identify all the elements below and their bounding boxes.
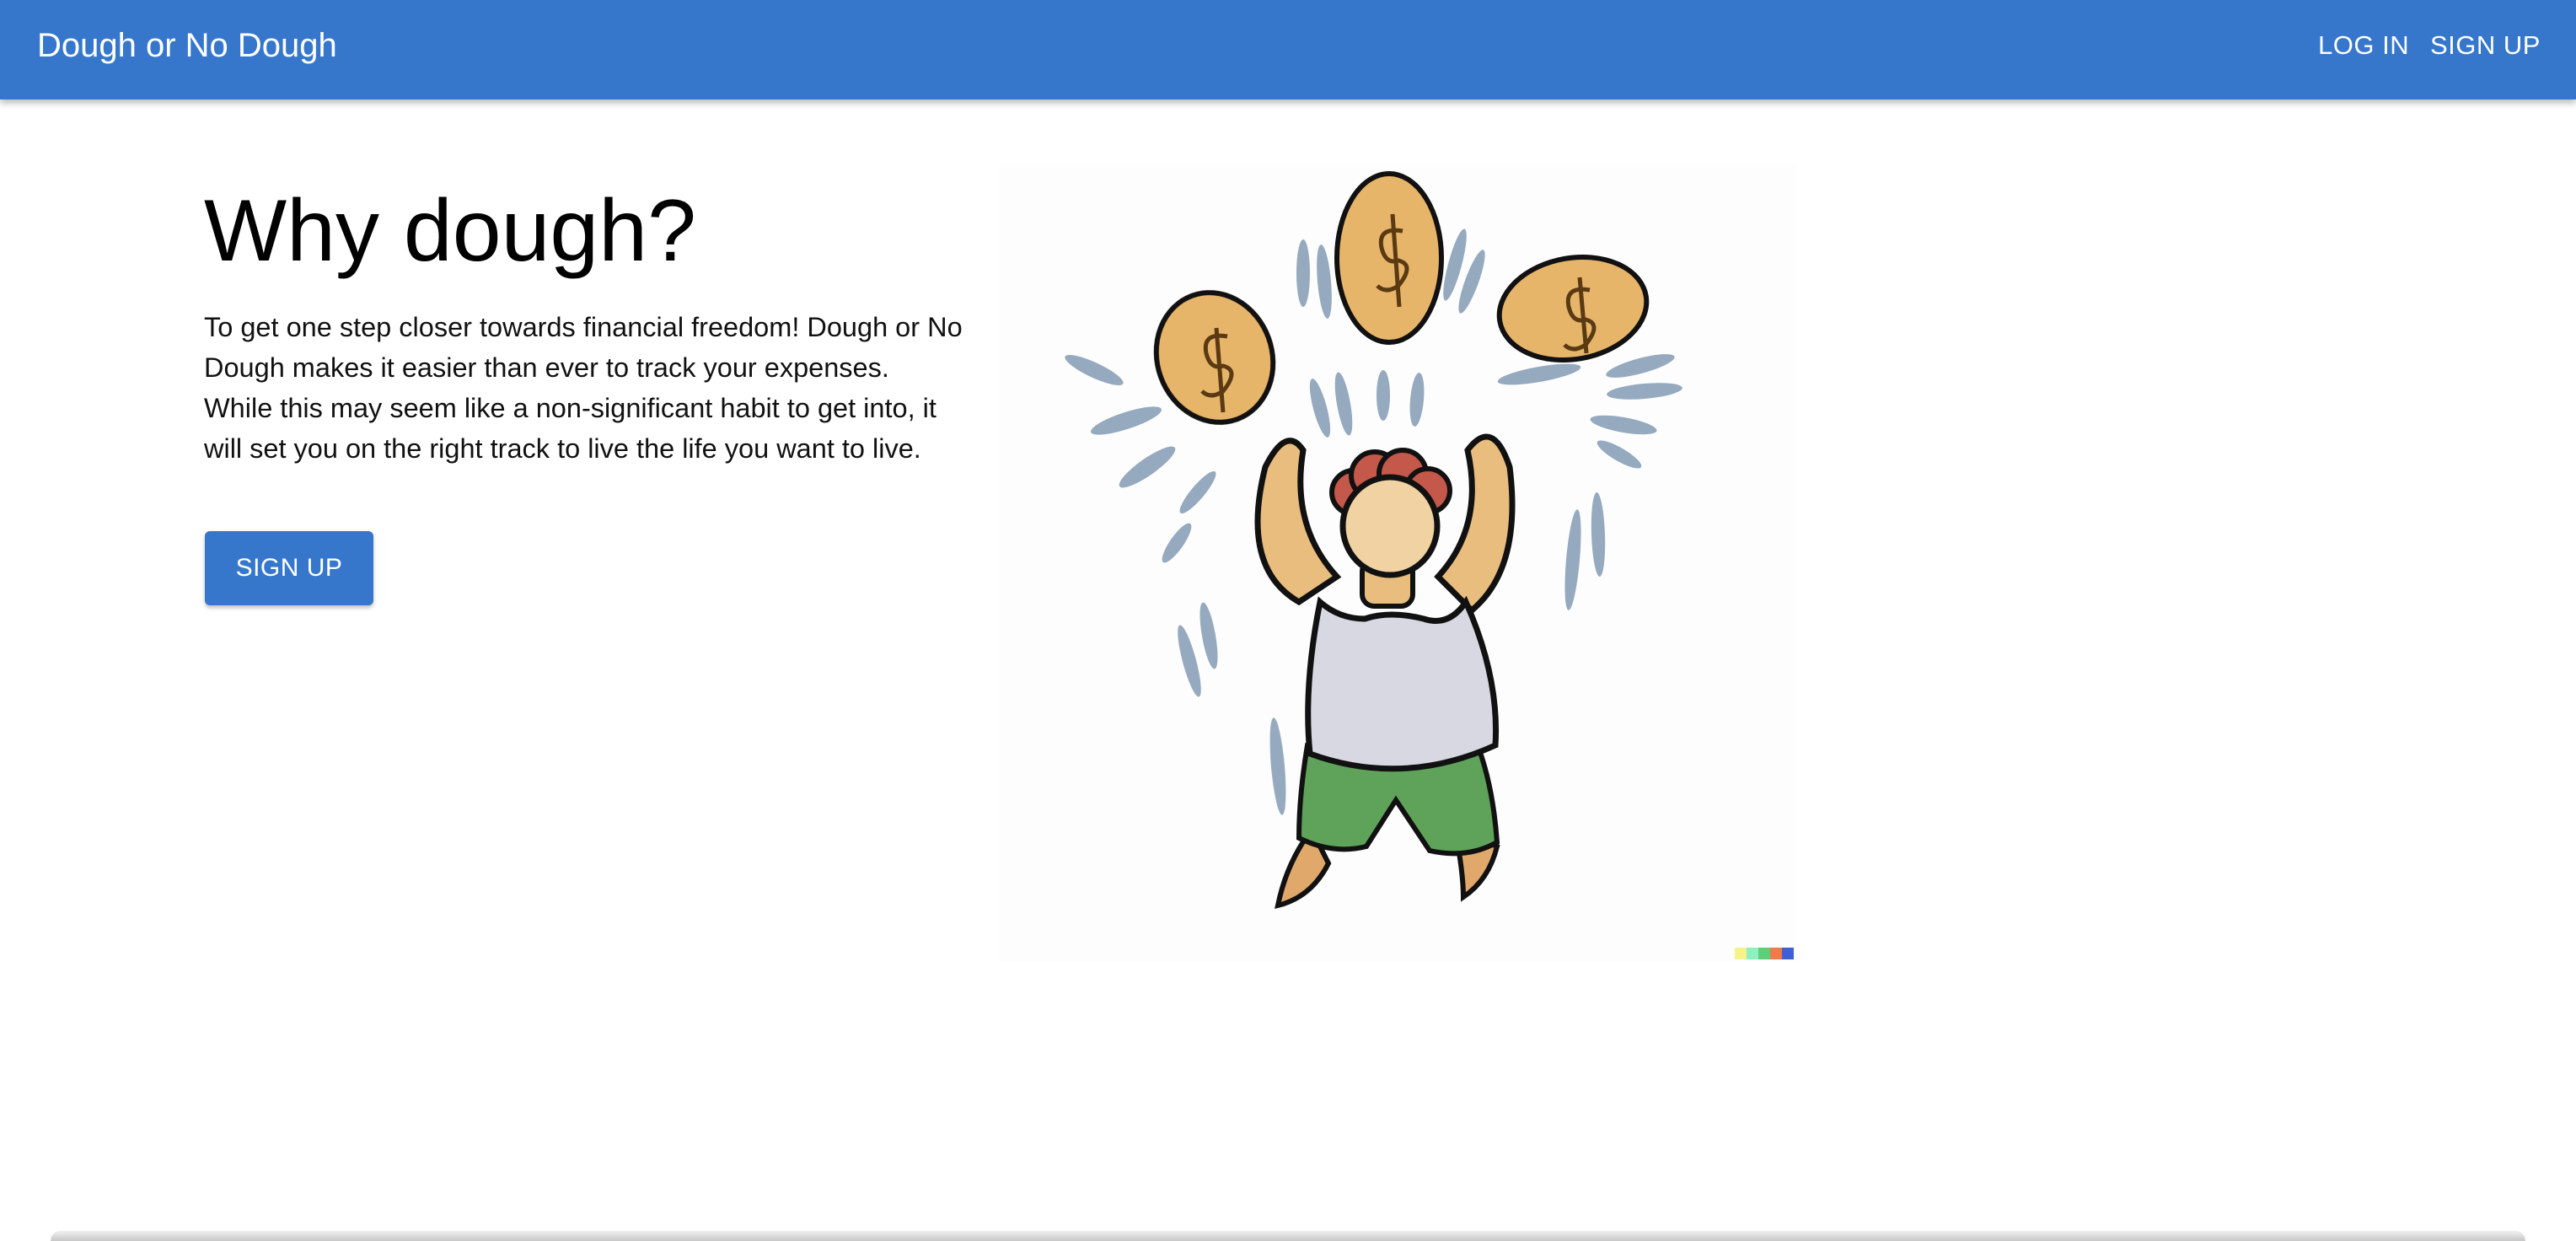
signup-nav-button[interactable]: SIGN UP [2430, 29, 2541, 62]
juggling-dough-illustration [1000, 164, 1797, 961]
character-shirt [1305, 595, 1500, 772]
bottom-edge-shadow [51, 1231, 2525, 1241]
illustration-art [1065, 171, 1794, 959]
login-button[interactable]: LOG IN [2318, 29, 2409, 62]
brand-title[interactable]: Dough or No Dough [37, 25, 337, 66]
signup-cta-button[interactable]: SIGN UP [205, 531, 373, 605]
watermark-strip [1735, 948, 1794, 959]
character-head [1339, 474, 1441, 578]
app-bar: Dough or No Dough LOG IN SIGN UP [0, 0, 2576, 99]
hero-description: To get one step closer towards financial… [204, 312, 963, 464]
dough-coins [1153, 171, 1650, 425]
hero-title: Why dough? [204, 182, 696, 280]
